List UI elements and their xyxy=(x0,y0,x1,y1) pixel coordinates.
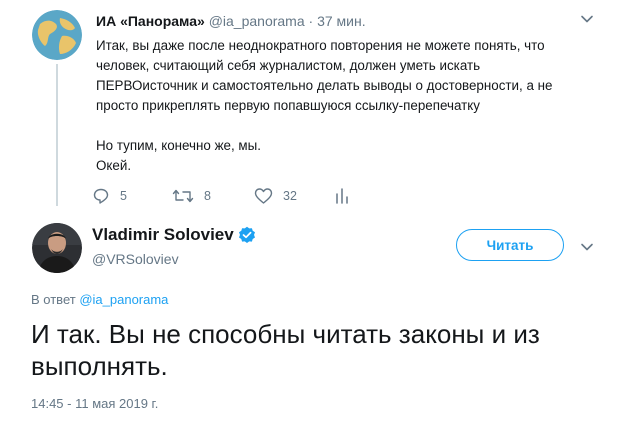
tweet2-menu-chevron[interactable] xyxy=(580,240,594,254)
tweet2-author[interactable]: Vladimir Soloviev xyxy=(92,225,256,245)
tweet2-handle[interactable]: @VRSoloviev xyxy=(92,251,179,267)
reply-context: В ответ @ia_panorama xyxy=(31,292,168,307)
follow-button[interactable]: Читать xyxy=(456,229,564,261)
tweet1-header: ИА «Панорама» @ia_panorama · 37 мин. xyxy=(96,13,366,29)
reply-count: 5 xyxy=(120,189,127,203)
reply-icon xyxy=(93,188,109,204)
retweet-icon xyxy=(172,189,194,203)
tweet1-time[interactable]: 37 мин. xyxy=(317,13,366,29)
tweet1-handle[interactable]: @ia_panorama xyxy=(209,13,305,29)
tweet2-text: И так. Вы не способны читать законы и из… xyxy=(31,319,540,381)
globe-avatar-icon xyxy=(32,10,82,60)
tweet1-author-name[interactable]: ИА «Панорама» xyxy=(96,13,205,29)
tweet1-text: Итак, вы даже после неоднократного повто… xyxy=(96,36,576,176)
panorama-avatar[interactable] xyxy=(32,10,82,60)
reply-button[interactable]: 5 xyxy=(92,186,127,206)
soloviev-avatar[interactable] xyxy=(32,223,82,273)
like-button[interactable]: 32 xyxy=(254,186,297,206)
chevron-down-icon xyxy=(581,243,593,251)
heart-icon xyxy=(254,188,273,204)
tweet2-timestamp[interactable]: 14:45 - 11 мая 2019 г. xyxy=(31,396,158,411)
retweet-button[interactable]: 8 xyxy=(172,186,211,206)
reply-prefix: В ответ xyxy=(31,292,76,307)
like-count: 32 xyxy=(283,189,297,203)
tweet1-text-line: Окей. xyxy=(96,158,132,173)
verified-badge-icon xyxy=(238,226,255,243)
tweet1-text-line: человек, считающий себя журналистом, дол… xyxy=(96,58,481,73)
tweet1-menu-chevron[interactable] xyxy=(580,12,594,26)
reply-mention-link[interactable]: @ia_panorama xyxy=(79,292,168,307)
chevron-down-icon xyxy=(581,15,593,23)
retweet-count: 8 xyxy=(204,189,211,203)
person-avatar-icon xyxy=(32,223,82,273)
thread-connector-line xyxy=(56,64,58,206)
tweet1-text-line: ПЕРВОисточник и самостоятельно делать вы… xyxy=(96,78,553,93)
tweet1-separator: · xyxy=(308,13,314,29)
tweet1-text-line: просто прикреплять первую попавшуюся ссы… xyxy=(96,98,480,113)
tweet2-author-name[interactable]: Vladimir Soloviev xyxy=(92,225,234,245)
analytics-button[interactable] xyxy=(334,186,350,206)
tweet1-text-line: Итак, вы даже после неоднократного повто… xyxy=(96,38,545,53)
tweet1-text-line: Но тупим, конечно же, мы. xyxy=(96,138,261,153)
analytics-icon xyxy=(336,188,348,204)
